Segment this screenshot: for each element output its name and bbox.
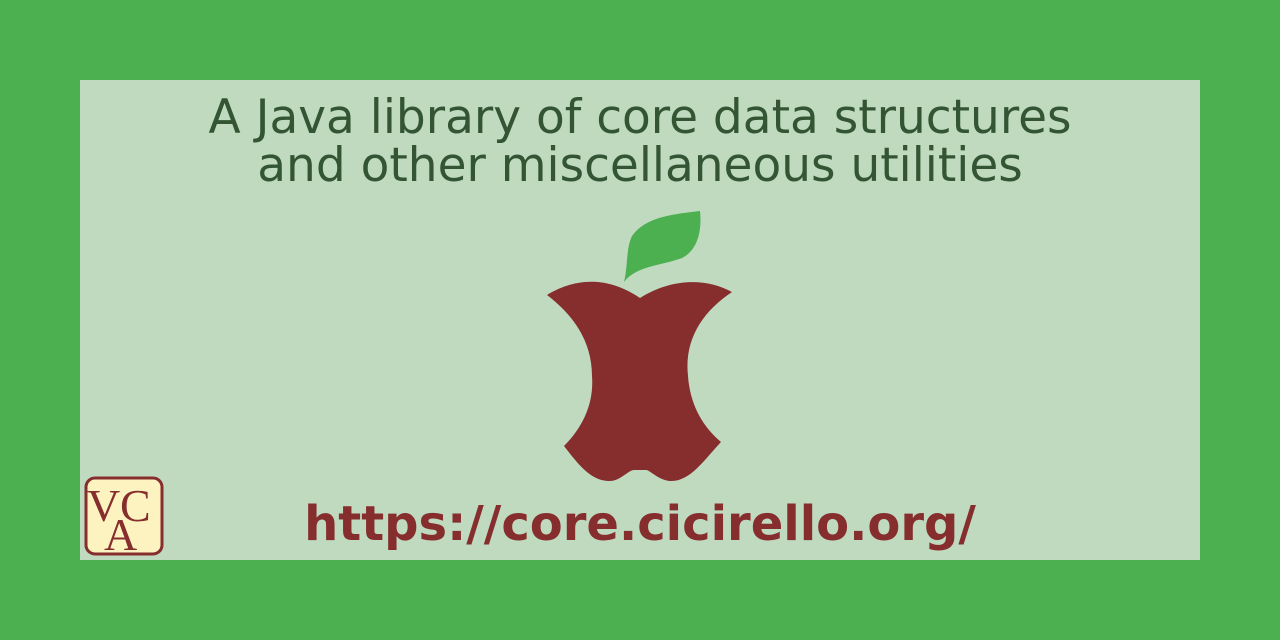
- apple-core-body: [547, 281, 732, 482]
- leaf-icon: [624, 211, 701, 282]
- svg-text:A: A: [104, 509, 137, 556]
- site-url: https://core.cicirello.org/: [304, 496, 976, 552]
- social-preview-panel: A Java library of core data structures a…: [80, 80, 1200, 560]
- tagline-line-2: and other miscellaneous utilities: [257, 138, 1023, 193]
- apple-core-icon: [547, 211, 732, 482]
- tagline-line-1: A Java library of core data structures: [208, 90, 1072, 145]
- vca-monogram-logo: V C A: [84, 476, 164, 556]
- tagline: A Java library of core data structures a…: [80, 94, 1200, 190]
